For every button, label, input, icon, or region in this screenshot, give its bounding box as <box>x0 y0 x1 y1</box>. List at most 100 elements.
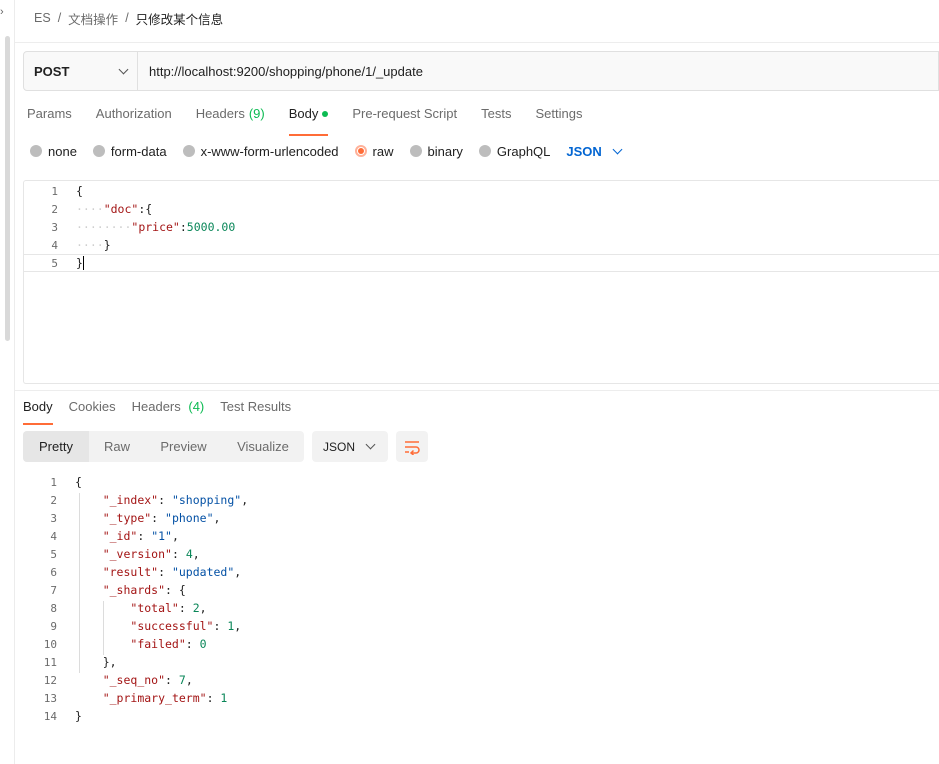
tab-prerequest-script[interactable]: Pre-request Script <box>352 106 457 132</box>
view-raw[interactable]: Raw <box>89 431 145 462</box>
code-line: 5 "_version": 4, <box>23 545 939 563</box>
radio-circle-icon <box>30 145 42 157</box>
response-body-viewer[interactable]: 1 { 2 "_index": "shopping", 3 "_type": "… <box>23 473 939 733</box>
code-line: 1 { <box>24 182 939 200</box>
breadcrumb-collection[interactable]: ES <box>34 11 51 25</box>
scrollbar-thumb[interactable] <box>5 36 10 341</box>
code-line: 11 }, <box>23 653 939 671</box>
radio-label: binary <box>427 143 463 159</box>
tab-body[interactable]: Body <box>288 106 329 136</box>
radio-circle-icon <box>409 145 422 157</box>
code-text: { <box>76 184 83 198</box>
breadcrumb-request-name[interactable]: 只修改某个信息 <box>136 9 224 28</box>
resp-tab-headers[interactable]: Headers (4) <box>132 399 205 419</box>
headers-count: (9) <box>248 106 265 121</box>
wrap-lines-icon <box>405 440 420 455</box>
tab-tests[interactable]: Tests <box>481 106 511 132</box>
response-tabs: Body Cookies Headers (4) Test Results <box>23 399 307 425</box>
code-text: ····} <box>76 238 111 252</box>
line-number: 2 <box>51 202 58 216</box>
code-text: }, <box>102 655 117 669</box>
response-view-switcher: Pretty Raw Preview Visualize <box>23 431 304 462</box>
code-text: "_id": "1", <box>102 529 179 543</box>
line-number: 5 <box>50 547 57 561</box>
url-input[interactable]: http://localhost:9200/shopping/phone/1/_… <box>138 52 938 90</box>
resp-tab-test-results[interactable]: Test Results <box>220 399 291 419</box>
breadcrumb: ES / 文档操作 / 只修改某个信息 <box>34 9 224 28</box>
response-divider <box>15 390 939 391</box>
wrap-lines-button[interactable] <box>396 431 428 462</box>
tab-params[interactable]: Params <box>27 106 72 132</box>
code-line: 2 "_index": "shopping", <box>23 491 939 509</box>
tab-body-label: Body <box>288 106 319 121</box>
breadcrumb-folder[interactable]: 文档操作 <box>68 9 118 28</box>
tab-authorization[interactable]: Authorization <box>96 106 172 132</box>
code-line: 1 { <box>23 473 939 491</box>
chevron-down-icon <box>365 439 376 450</box>
code-text: "_seq_no": 7, <box>102 673 193 687</box>
code-text: } <box>75 709 82 723</box>
line-number: 6 <box>50 565 57 579</box>
raw-format-select[interactable]: JSON <box>566 143 623 159</box>
radio-form-data[interactable]: form-data <box>92 143 167 159</box>
tab-headers[interactable]: Headers (9) <box>196 106 265 132</box>
radio-binary[interactable]: binary <box>409 143 463 159</box>
resp-tab-body[interactable]: Body <box>23 399 53 425</box>
line-number: 1 <box>51 184 58 198</box>
view-visualize[interactable]: Visualize <box>222 431 304 462</box>
code-text: ········"price":5000.00 <box>76 220 236 234</box>
radio-label: form-data <box>110 143 167 159</box>
code-line: 10 "failed": 0 <box>23 635 939 653</box>
tab-headers-label: Headers <box>195 106 245 121</box>
tab-settings[interactable]: Settings <box>535 106 582 132</box>
view-preview[interactable]: Preview <box>145 431 222 462</box>
code-line-active: 5 } <box>24 254 939 272</box>
code-line: 13 "_primary_term": 1 <box>23 689 939 707</box>
code-text: "successful": 1, <box>130 619 242 633</box>
line-number: 4 <box>50 529 57 543</box>
radio-raw[interactable]: raw <box>354 144 394 159</box>
line-number: 4 <box>51 238 58 252</box>
radio-urlencoded[interactable]: x-www-form-urlencoded <box>182 144 339 159</box>
radio-graphql[interactable]: GraphQL <box>478 144 550 159</box>
body-modified-dot-icon <box>322 111 329 117</box>
code-text: "_shards": { <box>102 583 186 597</box>
request-tabs: Params Authorization Headers (9) Body Pr… <box>27 106 606 136</box>
code-line: 6 "result": "updated", <box>23 563 939 581</box>
code-line: 12 "_seq_no": 7, <box>23 671 939 689</box>
radio-circle-icon <box>478 145 491 157</box>
code-text: "result": "updated", <box>102 565 242 579</box>
text-cursor <box>82 256 84 271</box>
raw-format-label: JSON <box>566 143 602 159</box>
line-number: 14 <box>43 709 57 723</box>
line-number: 2 <box>50 493 57 507</box>
code-text: } <box>76 255 84 271</box>
left-scroll-rail[interactable]: › <box>0 0 15 764</box>
line-number: 5 <box>51 256 58 270</box>
code-text: "total": 2, <box>130 601 207 615</box>
resp-tab-headers-label: Headers <box>131 399 181 414</box>
view-pretty[interactable]: Pretty <box>23 431 89 462</box>
request-bar: POST http://localhost:9200/shopping/phon… <box>23 51 939 91</box>
breadcrumb-separator: / <box>125 11 129 25</box>
code-line: 3 ········"price":5000.00 <box>24 218 939 236</box>
radio-label: none <box>48 143 77 159</box>
resp-headers-count: (4) <box>188 399 205 414</box>
code-line: 4 "_id": "1", <box>23 527 939 545</box>
line-number: 11 <box>43 655 57 669</box>
code-line: 8 "total": 2, <box>23 599 939 617</box>
chevron-down-icon <box>612 144 623 154</box>
code-text: { <box>75 475 82 489</box>
line-number: 12 <box>43 673 57 687</box>
code-line: 3 "_type": "phone", <box>23 509 939 527</box>
method-select[interactable]: POST <box>24 52 138 90</box>
radio-selected-icon <box>354 145 367 157</box>
response-language-select[interactable]: JSON <box>312 431 388 462</box>
line-number: 9 <box>50 619 57 633</box>
line-number: 8 <box>50 601 57 615</box>
request-body-editor[interactable]: 1 { 2 ····"doc":{ 3 ········"price":5000… <box>23 180 939 384</box>
resp-tab-cookies[interactable]: Cookies <box>69 399 116 419</box>
code-text: "_type": "phone", <box>102 511 221 525</box>
code-text: ····"doc":{ <box>76 202 153 216</box>
radio-none[interactable]: none <box>30 144 77 159</box>
